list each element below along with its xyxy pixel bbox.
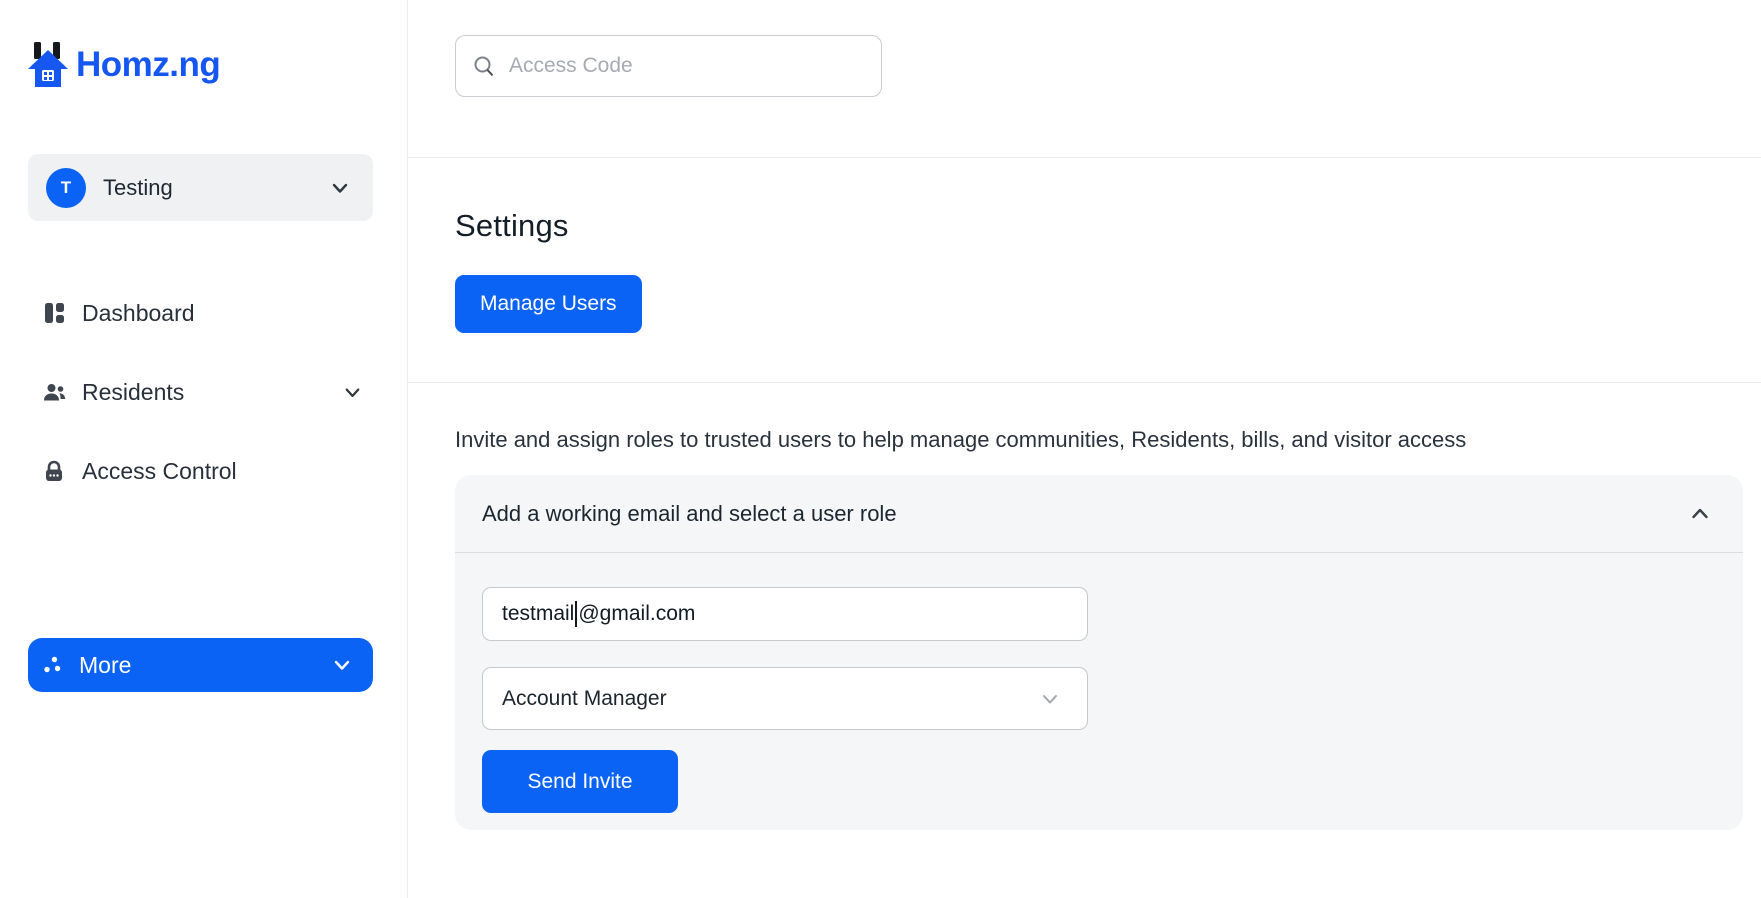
section-divider xyxy=(408,157,1761,158)
role-select[interactable]: Account Manager xyxy=(482,667,1088,730)
invite-card-body: testmail @gmail.com Account Manager Send… xyxy=(455,553,1743,813)
manage-users-button[interactable]: Manage Users xyxy=(455,275,642,333)
access-code-input[interactable] xyxy=(509,54,865,78)
more-label: More xyxy=(79,651,132,678)
email-text-after-caret: @gmail.com xyxy=(578,602,696,625)
send-invite-button[interactable]: Send Invite xyxy=(482,750,678,813)
workspace-avatar: T xyxy=(46,167,86,208)
home-icon xyxy=(27,42,69,88)
section-divider xyxy=(408,382,1761,383)
workspace-name: Testing xyxy=(103,174,173,200)
access-code-search[interactable] xyxy=(455,35,882,97)
sidebar: Homz.ng T Testing Dashboard Residents Ac… xyxy=(0,0,408,898)
role-select-value: Account Manager xyxy=(502,686,667,710)
page-title: Settings xyxy=(455,208,569,243)
sidebar-item-residents[interactable]: Residents xyxy=(28,372,373,412)
chevron-down-icon xyxy=(331,654,353,676)
invite-description: Invite and assign roles to trusted users… xyxy=(455,427,1467,452)
invite-card: Add a working email and select a user ro… xyxy=(455,475,1743,830)
more-button[interactable]: More xyxy=(28,638,373,692)
sidebar-item-access-control[interactable]: Access Control xyxy=(28,451,373,491)
search-icon xyxy=(472,54,496,78)
sidebar-item-dashboard[interactable]: Dashboard xyxy=(28,293,373,333)
text-caret xyxy=(575,601,578,627)
invite-email-field[interactable]: testmail @gmail.com xyxy=(482,587,1088,641)
residents-icon xyxy=(42,380,67,405)
dashboard-icon xyxy=(42,301,67,326)
chevron-down-icon xyxy=(342,382,363,403)
main-content: Settings Manage Users Invite and assign … xyxy=(408,0,1761,898)
email-text-before-caret: testmail xyxy=(502,602,575,625)
collapse-card-button[interactable] xyxy=(1684,498,1716,530)
invite-card-header[interactable]: Add a working email and select a user ro… xyxy=(455,475,1743,553)
more-dots-icon xyxy=(42,654,64,676)
chevron-down-icon xyxy=(329,177,351,199)
sidebar-item-label: Dashboard xyxy=(82,299,195,326)
logo-text: Homz.ng xyxy=(76,45,221,84)
app-logo[interactable]: Homz.ng xyxy=(27,42,221,88)
sidebar-item-label: Residents xyxy=(82,378,185,405)
chevron-down-icon xyxy=(1039,688,1061,710)
sidebar-nav: Dashboard Residents Access Control xyxy=(28,293,373,530)
invite-card-title: Add a working email and select a user ro… xyxy=(482,500,897,526)
workspace-selector[interactable]: T Testing xyxy=(28,154,373,221)
lock-icon xyxy=(42,459,67,484)
sidebar-item-label: Access Control xyxy=(82,457,237,484)
chevron-up-icon xyxy=(1688,502,1712,526)
